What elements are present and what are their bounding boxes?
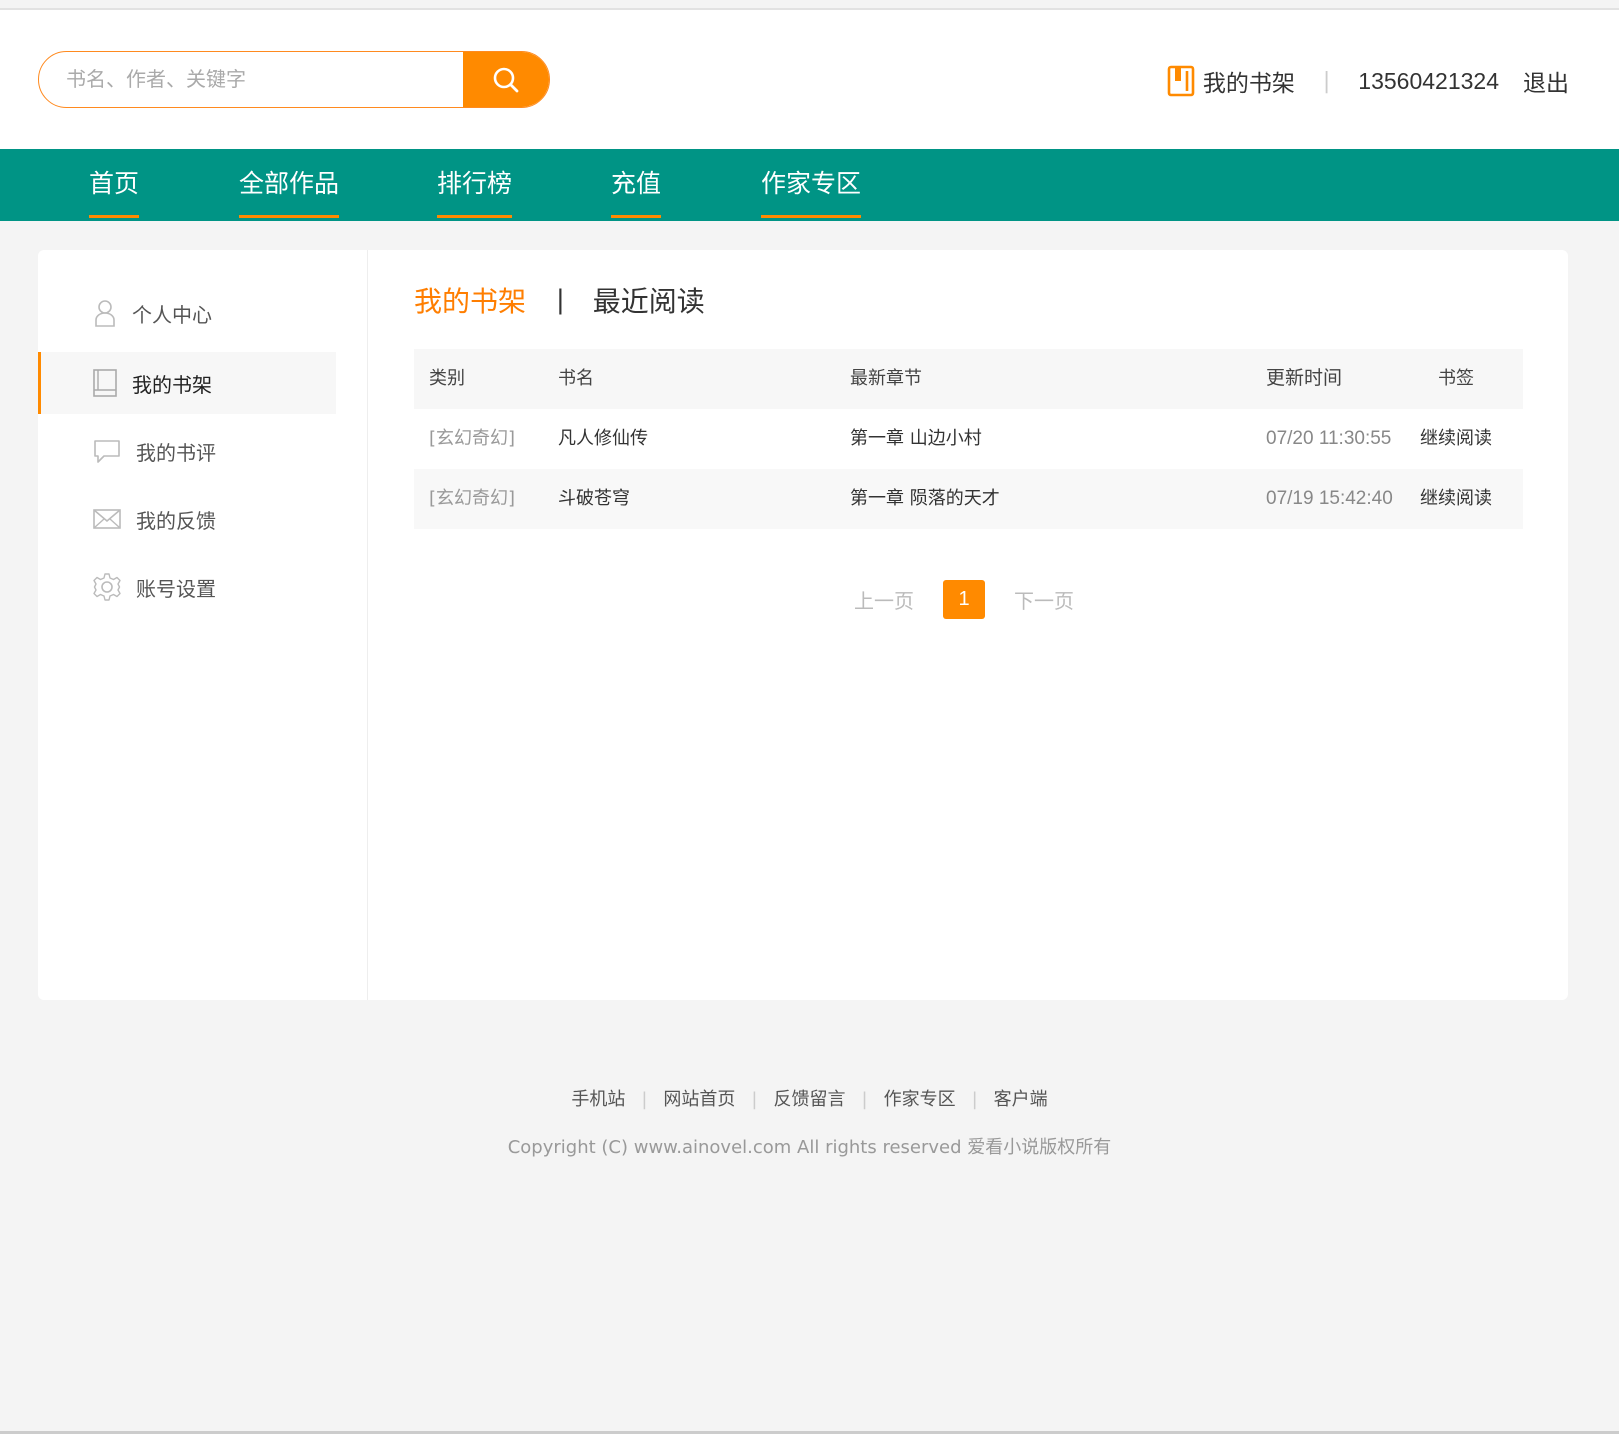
header: 我的书架 | 13560421324 退出 <box>0 10 1619 149</box>
sidebar-item-label: 我的反馈 <box>136 508 216 533</box>
user-icon <box>95 300 115 327</box>
bookshelf-tabs: 我的书架 | 最近阅读 <box>414 280 705 320</box>
footer-link-client[interactable]: 客户端 <box>994 1089 1048 1110</box>
comment-icon <box>94 440 120 463</box>
content-panel: 个人中心 我的书架 我的书评 我的反馈 账号设置 我的书架 | 最近阅读 类别 … <box>38 250 1568 1000</box>
header-bookmark: 书签 <box>1438 368 1474 389</box>
book-category[interactable]: [玄幻奇幻] <box>429 409 515 469</box>
search-box <box>38 51 550 108</box>
book-name[interactable]: 斗破苍穹 <box>558 469 630 529</box>
footer-link-feedback[interactable]: 反馈留言 <box>774 1089 846 1110</box>
book-icon <box>93 369 117 397</box>
footer-divider: | <box>751 1089 758 1110</box>
search-button[interactable] <box>463 52 549 107</box>
nav-label: 全部作品 <box>239 169 340 198</box>
pagination: 上一页 1 下一页 <box>854 580 1074 619</box>
sidebar-item-feedback[interactable]: 我的反馈 <box>38 488 336 550</box>
sidebar: 个人中心 我的书架 我的书评 我的反馈 账号设置 <box>38 250 368 1000</box>
footer-divider: | <box>641 1089 648 1110</box>
copyright-text: Copyright (C) www.ainovel.com All rights… <box>507 1137 1112 1158</box>
my-bookshelf-label: 我的书架 <box>1202 71 1295 97</box>
footer-link-home[interactable]: 网站首页 <box>663 1089 735 1110</box>
bookshelf-icon <box>1167 65 1195 97</box>
sidebar-item-reviews[interactable]: 我的书评 <box>38 420 336 482</box>
latest-chapter[interactable]: 第一章 山边小村 <box>850 409 982 469</box>
nav-label: 作家专区 <box>761 169 862 198</box>
update-time: 07/20 11:30:55 <box>1266 428 1392 449</box>
pager-next-link[interactable]: 下一页 <box>1014 585 1074 614</box>
nav-underline <box>239 215 340 218</box>
footer-links: 手机站 | 网站首页 | 反馈留言 | 作家专区 | 客户端 <box>0 1085 1619 1111</box>
nav-label: 排行榜 <box>437 169 513 198</box>
tab-my-bookshelf[interactable]: 我的书架 <box>414 280 526 320</box>
pager-prev-link[interactable]: 上一页 <box>854 585 914 614</box>
nav-underline <box>437 215 513 218</box>
footer-link-author-zone[interactable]: 作家专区 <box>884 1089 956 1110</box>
gear-icon <box>93 573 121 601</box>
update-time: 07/19 15:42:40 <box>1266 488 1393 509</box>
latest-chapter[interactable]: 第一章 陨落的天才 <box>850 469 1000 529</box>
mail-icon <box>93 509 121 529</box>
header-latest-chapter: 最新章节 <box>850 368 922 389</box>
header-book-name: 书名 <box>558 368 594 389</box>
user-bar: 我的书架 | 13560421324 退出 <box>1167 64 1569 98</box>
header-divider: | <box>1322 68 1331 94</box>
logout-link[interactable]: 退出 <box>1523 64 1569 98</box>
sidebar-item-label: 账号设置 <box>136 576 216 601</box>
table-row: [玄幻奇幻] 斗破苍穹 第一章 陨落的天才 07/19 15:42:40 继续阅… <box>414 469 1523 529</box>
table-row: [玄幻奇幻] 凡人修仙传 第一章 山边小村 07/20 11:30:55 继续阅… <box>414 409 1523 469</box>
nav-ranking[interactable]: 排行榜 <box>437 149 513 221</box>
tab-recent-reading[interactable]: 最近阅读 <box>593 280 705 320</box>
nav-recharge[interactable]: 充值 <box>611 149 662 221</box>
main-nav: 首页 全部作品 排行榜 充值 作家专区 <box>0 149 1619 221</box>
tab-divider: | <box>556 285 565 315</box>
my-bookshelf-link[interactable]: 我的书架 <box>1167 64 1295 98</box>
footer-divider: | <box>971 1089 978 1110</box>
nav-underline <box>89 215 140 218</box>
nav-label: 首页 <box>89 169 140 198</box>
footer-divider: | <box>861 1089 868 1110</box>
bookshelf-table: 类别 书名 最新章节 更新时间 书签 [玄幻奇幻] 凡人修仙传 第一章 山边小村… <box>414 349 1523 529</box>
sidebar-item-personal-center[interactable]: 个人中心 <box>38 282 336 344</box>
search-icon <box>493 67 519 92</box>
sidebar-item-label: 我的书架 <box>132 372 212 397</box>
footer-link-mobile[interactable]: 手机站 <box>571 1089 625 1110</box>
nav-underline <box>761 215 862 218</box>
nav-author-zone[interactable]: 作家专区 <box>761 149 862 221</box>
sidebar-item-label: 个人中心 <box>132 302 212 327</box>
sidebar-item-label: 我的书评 <box>136 440 216 465</box>
continue-reading-link[interactable]: 继续阅读 <box>1420 409 1492 469</box>
search-input[interactable] <box>39 52 463 106</box>
book-name[interactable]: 凡人修仙传 <box>558 409 648 469</box>
nav-label: 充值 <box>611 169 662 198</box>
header-update-time: 更新时间 <box>1266 368 1343 389</box>
nav-underline <box>611 215 662 218</box>
continue-reading-link[interactable]: 继续阅读 <box>1420 469 1492 529</box>
nav-home[interactable]: 首页 <box>89 149 140 221</box>
user-phone[interactable]: 13560421324 <box>1358 68 1499 95</box>
sidebar-item-account-settings[interactable]: 账号设置 <box>38 556 336 618</box>
sidebar-item-bookshelf[interactable]: 我的书架 <box>38 352 336 414</box>
header-category: 类别 <box>429 368 465 389</box>
book-category[interactable]: [玄幻奇幻] <box>429 469 515 529</box>
table-header-row: 类别 书名 最新章节 更新时间 书签 <box>414 349 1523 409</box>
pager-current-page[interactable]: 1 <box>943 580 985 619</box>
nav-all-works[interactable]: 全部作品 <box>239 149 340 221</box>
